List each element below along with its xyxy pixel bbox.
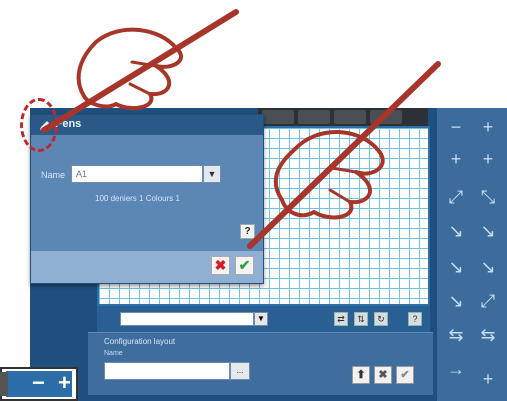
hand-pen-illustration — [41, 9, 441, 249]
pen-icon — [247, 61, 441, 249]
